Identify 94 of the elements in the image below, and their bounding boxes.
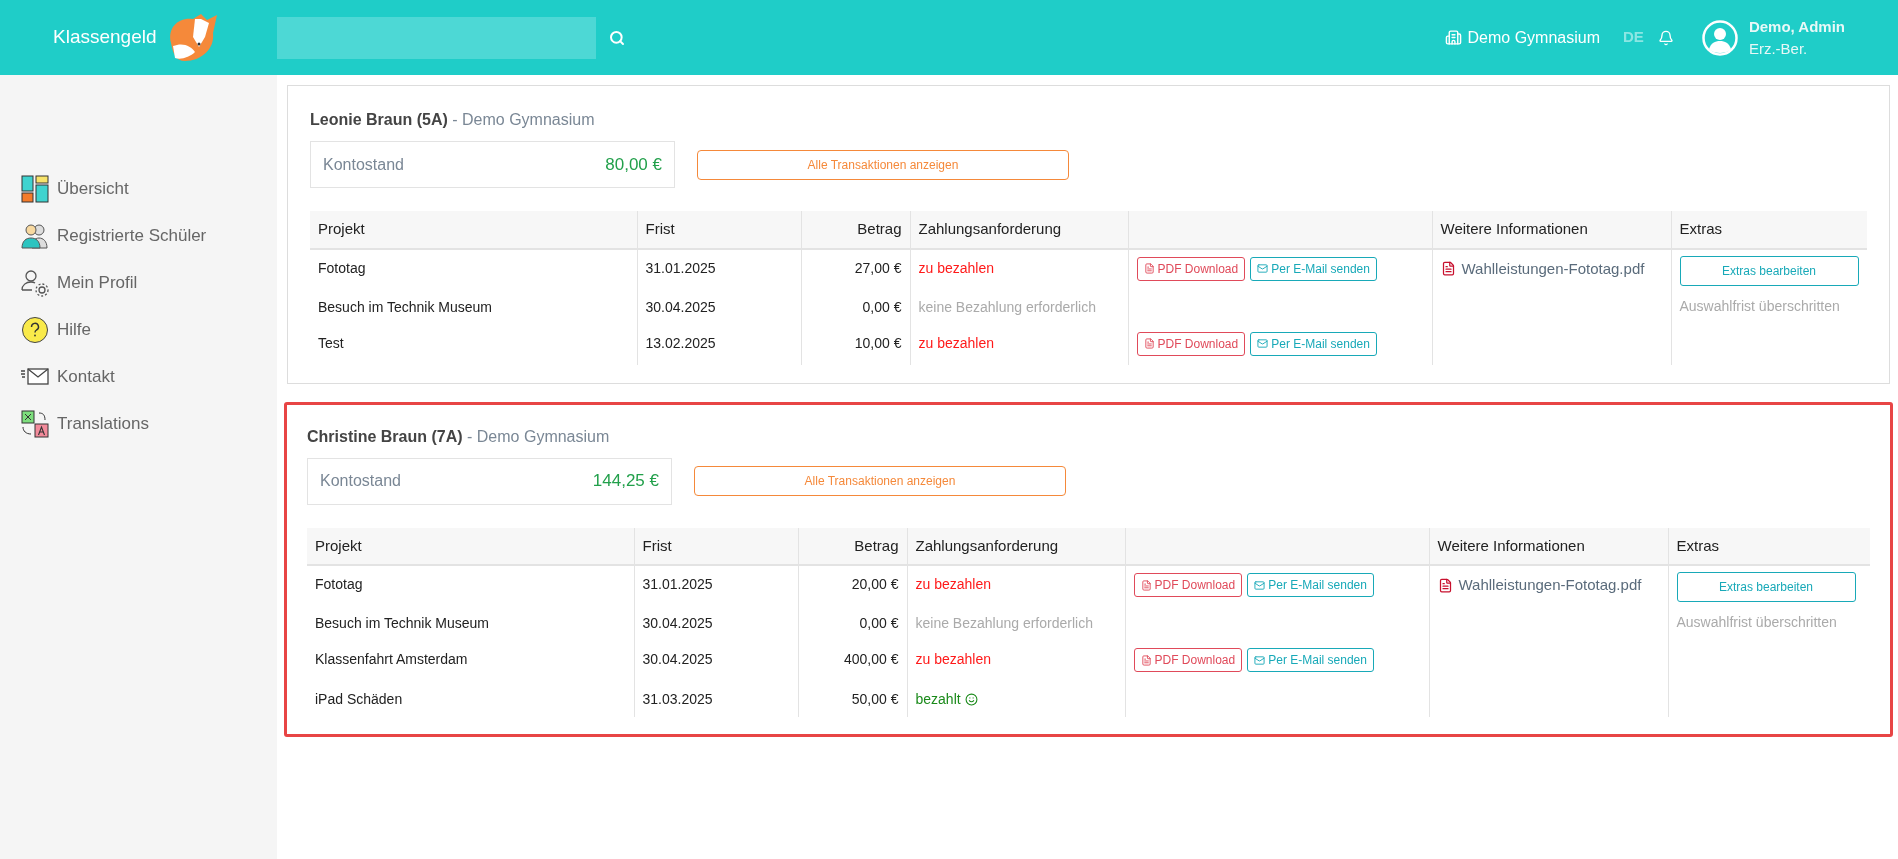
envelope-icon: [1257, 263, 1269, 274]
table-cell: 30.04.2025: [634, 641, 798, 681]
column-header: Frist: [634, 527, 798, 565]
table-cell: 30.04.2025: [634, 605, 798, 641]
users-icon: [21, 222, 49, 250]
sidebar-link[interactable]: Mein Profil: [57, 270, 138, 296]
search-field[interactable]: [277, 16, 596, 59]
payment-status: zu bezahlen: [918, 258, 994, 278]
email-send-button[interactable]: Per E-Mail senden: [1247, 648, 1374, 672]
smiley-icon: [964, 693, 978, 706]
payment-status: keine Bezahlung erforderlich: [915, 614, 1093, 633]
email-send-button[interactable]: Per E-Mail senden: [1250, 331, 1377, 356]
file-link[interactable]: Wahlleistungen-Fototag.pdf: [1461, 257, 1645, 280]
table-cell: 50,00 €: [798, 681, 907, 717]
transactions-button[interactable]: Alle Transaktionen anzeigen: [697, 149, 1069, 180]
user-role: Erz.-Ber.: [1748, 38, 1809, 59]
student-name: Leonie Braun (5A): [310, 111, 448, 128]
table-cell: 30.04.2025: [637, 288, 801, 325]
search-icon[interactable]: [609, 29, 625, 46]
school-label: - Demo Gymnasium: [452, 111, 595, 128]
pdf-file-icon: [1440, 261, 1456, 277]
pdf-file-icon: [1437, 577, 1453, 593]
table-cell: Test: [310, 324, 637, 365]
table-cell: 0,00 €: [798, 605, 907, 641]
pdf-file-icon: [1140, 654, 1152, 666]
table-cell: 0,00 €: [801, 288, 910, 325]
student-name: Christine Braun (7A): [307, 427, 463, 445]
column-header: Weitere Informationen: [1429, 527, 1668, 565]
user-name: Demo, Admin: [1748, 16, 1845, 37]
question-icon: [21, 316, 49, 344]
file-link[interactable]: Wahlleistungen-Fototag.pdf: [1458, 574, 1642, 597]
table-cell: 31.03.2025: [634, 681, 798, 717]
table-cell: 31.01.2025: [637, 248, 801, 289]
pdf-download-button[interactable]: PDF Download: [1136, 256, 1246, 281]
column-header: Betrag: [801, 211, 910, 249]
envelope-icon: [1254, 579, 1266, 591]
edit-extras-button[interactable]: Extras bearbeiten: [1679, 255, 1859, 286]
envelope-icon: [1257, 338, 1269, 349]
avatar-icon[interactable]: [1701, 19, 1738, 56]
logo-text: Klassengeld: [53, 25, 157, 50]
pdf-file-icon: [1140, 579, 1152, 591]
balance-label: Kontostand: [323, 154, 404, 175]
sidebar-link[interactable]: Translations: [57, 411, 149, 437]
edit-extras-button[interactable]: Extras bearbeiten: [1676, 572, 1856, 602]
table-cell: 400,00 €: [798, 641, 907, 681]
table-cell: 31.01.2025: [634, 565, 798, 605]
sidebar-link[interactable]: Registrierte Schüler: [57, 223, 207, 249]
school-label: - Demo Gymnasium: [467, 427, 610, 445]
pdf-download-button[interactable]: PDF Download: [1133, 573, 1243, 597]
translate-icon: [21, 410, 49, 438]
column-header: Extras: [1671, 211, 1867, 249]
column-header: Zahlungsanforderung: [910, 211, 1128, 249]
table-cell: Fototag: [307, 565, 634, 605]
table-cell: Klassenfahrt Amsterdam: [307, 641, 634, 681]
column-header: Projekt: [310, 211, 637, 249]
dashboard-icon: [21, 175, 49, 203]
column-header: Weitere Informationen: [1432, 211, 1671, 249]
user-gear-icon: [21, 269, 49, 297]
table-cell: 13.02.2025: [637, 324, 801, 365]
balance-amount: 144,25 €: [592, 470, 659, 493]
payment-status: zu bezahlen: [915, 575, 991, 594]
pdf-download-button[interactable]: PDF Download: [1136, 331, 1246, 356]
sidebar-link[interactable]: Kontakt: [57, 364, 115, 390]
pdf-file-icon: [1143, 338, 1155, 349]
table-cell: Besuch im Technik Museum: [310, 288, 637, 325]
payment-status: zu bezahlen: [915, 650, 991, 669]
table-cell: Besuch im Technik Museum: [307, 605, 634, 641]
column-header: Zahlungsanforderung: [907, 527, 1125, 565]
building-icon: [1444, 29, 1462, 46]
column-header: Frist: [637, 211, 801, 249]
deadline-note: Auswahlfrist überschritten: [1679, 296, 1841, 316]
sidebar-link[interactable]: Hilfe: [57, 317, 91, 343]
table-cell: iPad Schäden: [307, 681, 634, 717]
balance-label: Kontostand: [320, 471, 401, 491]
column-header: Betrag: [798, 527, 907, 565]
table-cell: 20,00 €: [798, 565, 907, 605]
payment-status: zu bezahlen: [918, 333, 994, 353]
pdf-download-button[interactable]: PDF Download: [1133, 648, 1243, 672]
payment-status: keine Bezahlung erforderlich: [918, 297, 1096, 317]
table-cell: Fototag: [310, 248, 637, 289]
envelope-icon: [1254, 654, 1266, 666]
payment-status: bezahlt: [915, 690, 961, 709]
email-send-button[interactable]: Per E-Mail senden: [1247, 573, 1374, 597]
bell-icon[interactable]: [1657, 29, 1674, 46]
sidebar-link[interactable]: Übersicht: [57, 176, 129, 202]
pdf-file-icon: [1143, 263, 1155, 274]
table-cell: 27,00 €: [801, 248, 910, 289]
table-cell: 10,00 €: [801, 324, 910, 365]
transactions-button[interactable]: Alle Transaktionen anzeigen: [694, 466, 1066, 496]
column-header: Projekt: [307, 527, 634, 565]
balance-amount: 80,00 €: [605, 153, 662, 176]
deadline-note: Auswahlfrist überschritten: [1676, 613, 1838, 632]
email-send-button[interactable]: Per E-Mail senden: [1250, 256, 1377, 281]
column-header: Extras: [1668, 527, 1870, 565]
